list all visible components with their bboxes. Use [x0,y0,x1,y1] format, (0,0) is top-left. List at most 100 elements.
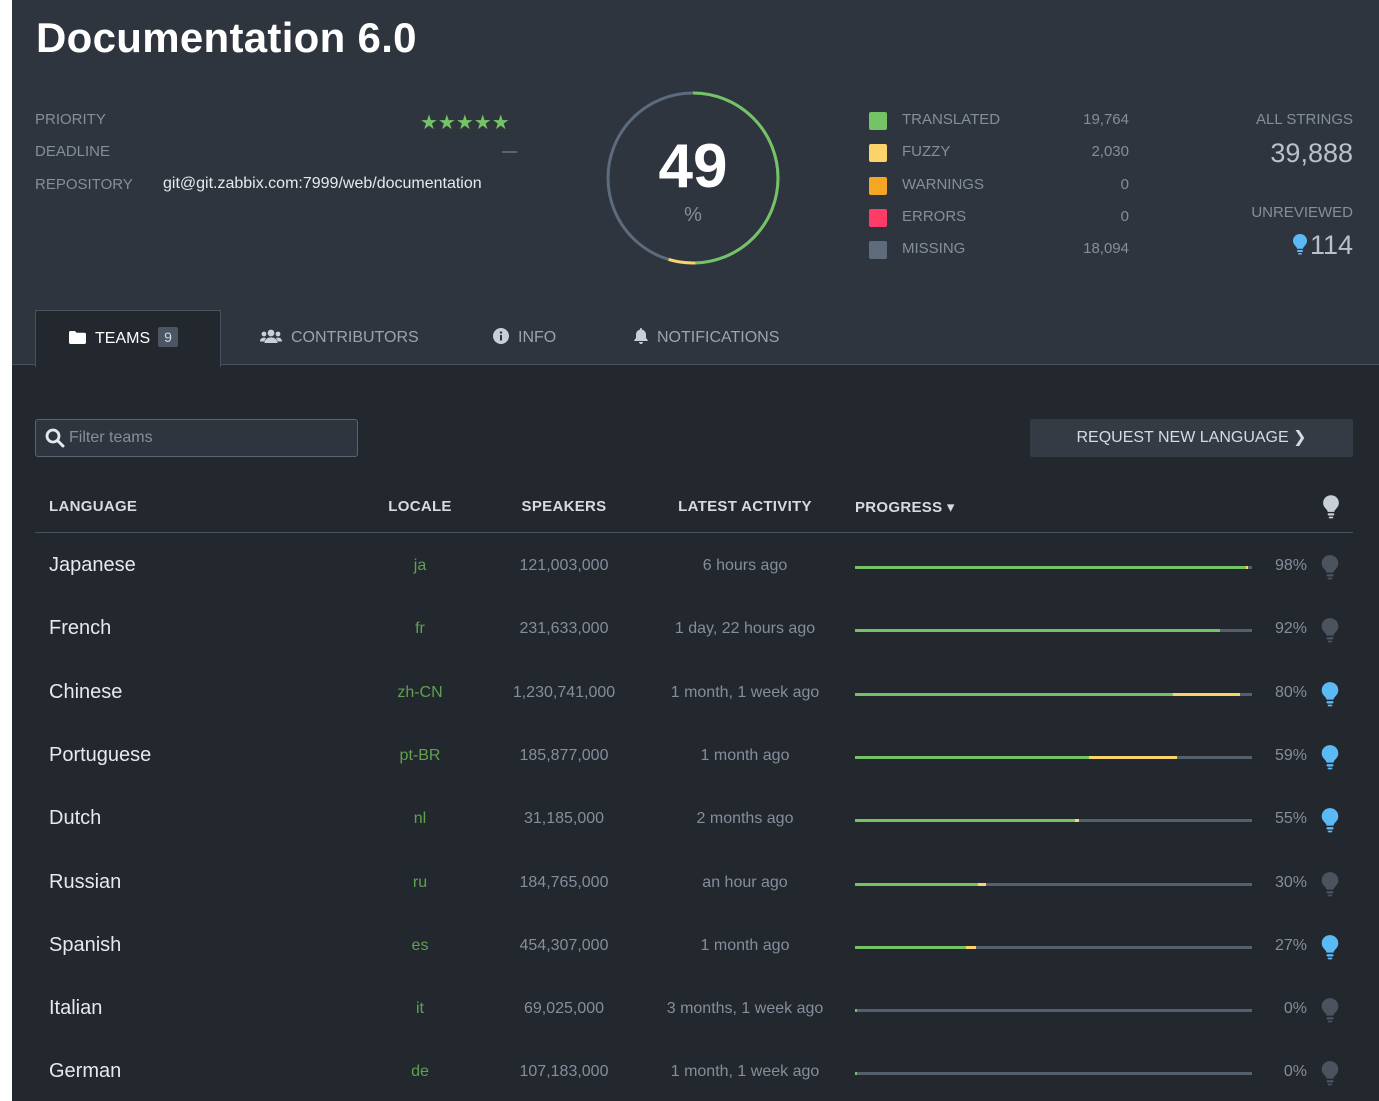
translated-segment [855,629,1221,633]
latest-activity: 1 month, 1 week ago [670,1063,820,1081]
tab-info[interactable]: INFO [493,310,556,366]
tab-label: CONTRIBUTORS [291,329,419,346]
fuzzy-swatch [869,144,887,162]
team-row[interactable]: Dutch nl 31,185,000 2 months ago 55% [35,788,1353,851]
lightbulb-icon[interactable] [1319,934,1341,960]
language-link[interactable]: German [49,1060,121,1083]
translated-segment [855,1072,857,1076]
translated-segment [855,1009,857,1013]
team-row[interactable]: Italian it 69,025,000 3 months, 1 week ago 0… [35,978,1353,1041]
teams-table-header: LANGUAGE LOCALE SPEAKERS LATEST ACTIVITY… [35,484,1353,533]
team-row[interactable]: Chinese zh-CN 1,230,741,000 1 month, 1 week… [35,662,1353,725]
fuzzy-segment [1172,692,1241,696]
tab-teams[interactable]: TEAMS 9 [35,310,221,367]
latest-activity: 6 hours ago [702,557,788,574]
teams-count-badge: 9 [158,327,178,347]
progress-percent: 92% [1274,620,1307,638]
team-row[interactable]: Portuguese pt-BR 185,877,000 1 month ago 59% [35,725,1353,788]
header-latest-activity[interactable]: LATEST ACTIVITY [645,498,845,515]
filter-teams-input[interactable] [69,420,349,456]
team-row[interactable]: French fr 231,633,000 1 day, 22 hours ago 92… [35,598,1353,661]
translated-swatch [869,112,887,130]
lightbulb-icon[interactable] [1319,554,1341,580]
request-new-language-button[interactable]: REQUEST NEW LANGUAGE ❯ [1030,419,1353,457]
legend-label: ERRORS [902,208,967,225]
speakers-count: 69,025,000 [523,1000,605,1018]
progress-bar [855,755,1252,759]
legend-errors: ERRORS 0 [869,208,1129,228]
progress-percent: 59% [1274,746,1307,764]
lightbulb-icon[interactable] [1319,744,1341,770]
lightbulb-icon[interactable] [1319,681,1341,707]
header-language[interactable]: LANGUAGE [49,498,137,515]
locale-code: pt-BR [399,746,441,764]
language-link[interactable]: Chinese [49,681,122,704]
locale-code: de [411,1063,429,1081]
latest-activity: 2 months ago [696,810,794,828]
header-locale[interactable]: LOCALE [370,498,470,515]
progress-bar [855,945,1252,949]
translated-segment [855,692,1173,696]
deadline-value: — [502,143,517,160]
progress-bar [855,882,1252,886]
unreviewed-link[interactable]: 114 [1292,230,1353,261]
tab-label: TEAMS [95,330,151,347]
warnings-swatch [869,177,887,195]
language-link[interactable]: Russian [49,871,121,894]
tab-label: INFO [518,329,557,346]
fuzzy-segment [1246,566,1249,569]
header-speakers[interactable]: SPEAKERS [497,498,631,515]
lightbulb-icon[interactable] [1319,807,1341,833]
language-link[interactable]: Spanish [49,934,121,957]
latest-activity: 1 month ago [700,746,790,764]
header-lightbulb-icon[interactable] [1322,494,1340,519]
lightbulb-icon [1292,234,1307,255]
legend-value: 2,030 [1091,143,1129,160]
tab-notifications[interactable]: NOTIFICATIONS [634,310,779,366]
team-row[interactable]: Spanish es 454,307,000 1 month ago 27% [35,915,1353,978]
team-row[interactable]: Russian ru 184,765,000 an hour ago 30% [35,852,1353,915]
progress-percent: 0% [1283,1000,1307,1018]
legend-value: 18,094 [1083,240,1129,257]
latest-activity: 1 month, 1 week ago [670,683,820,701]
latest-activity: 3 months, 1 week ago [666,1000,824,1018]
speakers-count: 31,185,000 [523,810,605,828]
legend-warnings: WARNINGS 0 [869,176,1129,196]
legend-label: WARNINGS [902,176,984,193]
fuzzy-segment [1089,755,1177,759]
project-header: Documentation 6.0 PRIORITY ★★★★★ DEADLIN… [12,0,1379,367]
all-strings-value: 39,888 [1270,138,1353,168]
team-row[interactable]: German de 107,183,000 1 month, 1 week ago 0% [35,1041,1353,1101]
tab-contributors[interactable]: CONTRIBUTORS [260,310,419,366]
progress-percent: 55% [1274,810,1307,828]
speakers-count: 185,877,000 [519,746,609,764]
tab-bar: TEAMS 9 CONTRIBUTORS INFO NOTIFICATIONS [12,310,1379,367]
translated-segment [855,945,967,949]
all-strings-label: ALL STRINGS [1256,111,1353,128]
speakers-count: 231,633,000 [519,620,609,638]
progress-bar [855,1072,1252,1076]
lightbulb-icon[interactable] [1319,871,1341,897]
language-link[interactable]: Italian [49,997,102,1020]
team-row[interactable]: Japanese ja 121,003,000 6 hours ago 98% [35,535,1353,598]
locale-code: nl [413,810,427,828]
errors-swatch [869,209,887,227]
speakers-count: 454,307,000 [519,936,609,954]
language-link[interactable]: French [49,617,111,640]
lightbulb-icon[interactable] [1319,617,1341,643]
language-link[interactable]: Portuguese [49,744,151,767]
filter-teams-field[interactable] [35,419,358,457]
lightbulb-icon[interactable] [1319,1060,1341,1086]
locale-code: it [416,1000,424,1018]
header-progress[interactable]: PROGRESS ▾ [855,498,955,516]
priority-label: PRIORITY [35,111,106,128]
language-link[interactable]: Dutch [49,807,101,830]
progress-bar [855,629,1252,633]
progress-percent: 0% [1283,1063,1307,1081]
fuzzy-segment [966,945,977,949]
lightbulb-icon[interactable] [1319,997,1341,1023]
legend-fuzzy: FUZZY 2,030 [869,143,1129,163]
language-link[interactable]: Japanese [49,554,136,577]
translated-segment [855,755,1090,759]
app-window: Documentation 6.0 PRIORITY ★★★★★ DEADLIN… [12,0,1379,1101]
